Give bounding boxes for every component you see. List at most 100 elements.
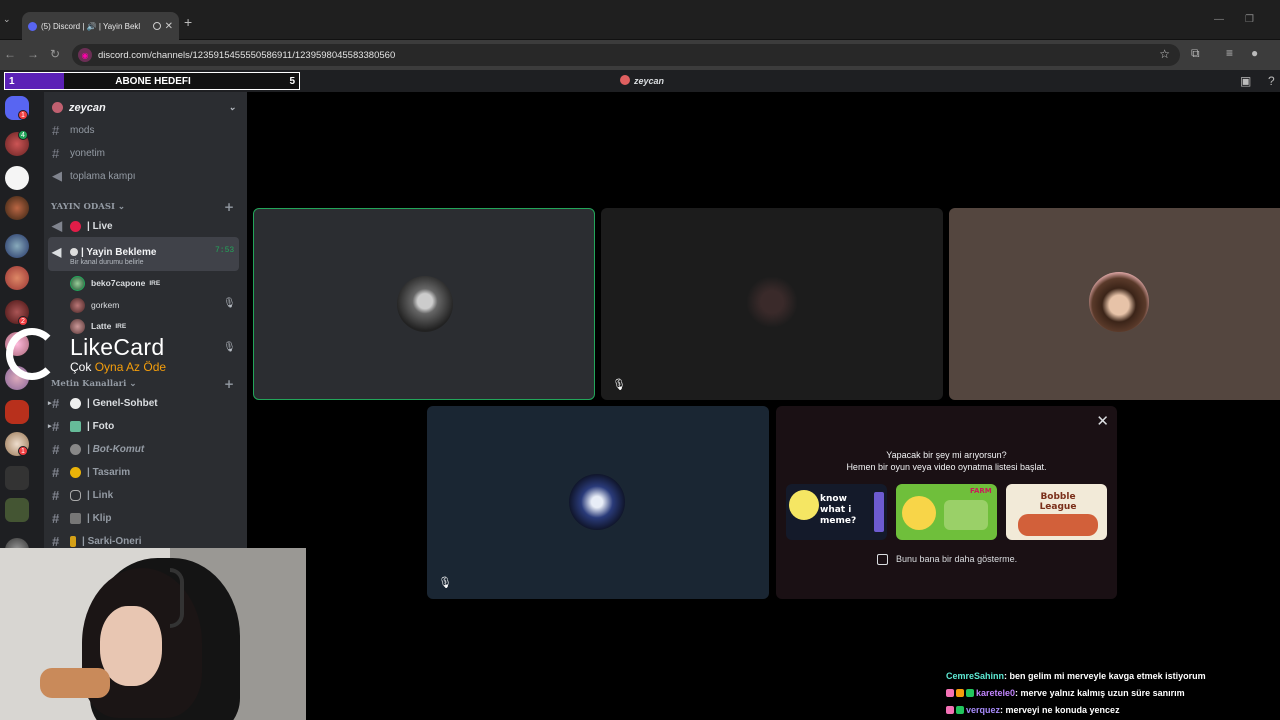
chevron-down-icon[interactable]: ⌄	[228, 102, 236, 113]
dont-show-again-checkbox[interactable]	[877, 554, 888, 565]
microphone-icon	[70, 535, 76, 547]
badge-icon	[946, 706, 954, 714]
text-channel-item[interactable]: # | Klip	[52, 508, 111, 528]
server-icon	[620, 75, 630, 85]
video-tile[interactable]	[949, 208, 1280, 400]
badge-icon	[966, 689, 974, 697]
bookmark-star-icon[interactable]: ☆	[1159, 47, 1170, 61]
hash-icon: #	[52, 145, 60, 161]
server-icon[interactable]	[5, 166, 29, 190]
streamer-face	[100, 606, 162, 686]
video-tile[interactable]: 🎙	[427, 406, 769, 599]
add-channel-icon[interactable]: +	[224, 377, 234, 391]
tab-search-icon[interactable]: ⌄	[3, 14, 11, 25]
promo-title: Yapacak bir şey mi arıyorsun?	[886, 450, 1007, 460]
forward-icon[interactable]: →	[27, 47, 39, 61]
muted-mic-icon: 🎙	[223, 298, 236, 309]
hash-icon: #	[52, 533, 60, 549]
speaker-icon: ◀	[52, 245, 62, 259]
text-channel-item[interactable]: # | Link	[52, 485, 113, 505]
help-icon[interactable]: ?	[1268, 74, 1275, 88]
video-tile[interactable]: 🎙	[601, 208, 943, 400]
browser-tab[interactable]: (5) Discord | 🔊 | Yayin Bekl ✕	[22, 12, 179, 40]
minimize-icon[interactable]: —	[1214, 14, 1224, 25]
add-channel-icon[interactable]: +	[224, 200, 234, 214]
participant-avatar	[569, 474, 625, 530]
new-tab-icon[interactable]: +	[184, 14, 192, 30]
audio-playing-icon[interactable]	[152, 22, 161, 30]
hash-icon: #	[52, 464, 60, 480]
likecard-slogan: Çok Oyna Az Öde	[70, 360, 167, 374]
likecard-logo: LikeCard Çok Oyna Az Öde	[6, 326, 206, 382]
server-folder-icon[interactable]	[5, 466, 29, 490]
voice-user[interactable]: beko7capone IRE	[70, 274, 160, 292]
avatar	[70, 297, 85, 313]
card-icon	[874, 492, 884, 532]
server-folder-icon[interactable]	[5, 498, 29, 522]
browser-tab-bar: ⌄ (5) Discord | 🔊 | Yayin Bekl ✕ + — ❐	[0, 0, 1280, 40]
voice-channel-yayin-bekleme[interactable]: ◀ | Yayin Bekleme	[48, 245, 156, 259]
text-channel-item[interactable]: ▸ # | Genel-Sohbet	[48, 393, 158, 413]
activity-farm[interactable]: FARM	[896, 484, 997, 540]
inbox-icon[interactable]: ▣	[1240, 74, 1251, 88]
hash-icon: #	[52, 510, 60, 526]
hash-icon: #	[52, 418, 60, 434]
speaker-icon: ◀	[52, 218, 62, 233]
server-header[interactable]: zeycan ⌄	[52, 102, 242, 114]
profile-icon[interactable]: ●	[1251, 46, 1258, 60]
notification-badge: 2	[18, 316, 28, 326]
muted-mic-icon: 🎙	[438, 577, 452, 589]
chick-icon	[902, 496, 936, 530]
hash-icon: #	[52, 395, 60, 411]
goal-label: ABONE HEDEFI	[115, 76, 191, 87]
text-channel-item[interactable]: ▸ # | Foto	[48, 416, 114, 436]
notification-badge: 1	[18, 446, 28, 456]
badge-icon	[956, 689, 964, 697]
channel-item[interactable]: # mods	[52, 120, 94, 140]
voice-channel-item[interactable]: ◀ toplama kampı	[52, 166, 136, 186]
close-icon[interactable]: ✕	[1096, 412, 1109, 430]
food-item	[40, 668, 110, 698]
muted-mic-icon: 🎙	[612, 379, 626, 391]
back-icon[interactable]: ←	[4, 47, 16, 61]
link-icon	[70, 489, 81, 501]
voice-channel-live[interactable]: ◀ | Live	[52, 216, 113, 236]
voice-user[interactable]: gorkem	[70, 296, 123, 314]
server-icon[interactable]	[5, 234, 29, 258]
server-icon[interactable]	[5, 196, 29, 220]
hash-icon: #	[52, 441, 60, 457]
palette-icon	[70, 466, 81, 478]
chat-message: karetele0: merve yalnız kalmış uzun süre…	[946, 688, 1185, 698]
server-icon[interactable]	[5, 400, 29, 424]
activity-bobble-league[interactable]: Bobble League	[1006, 484, 1107, 540]
server-emblem-icon	[52, 102, 63, 113]
hash-icon: #	[52, 122, 60, 138]
expand-arrow-icon: ▸	[48, 400, 52, 407]
address-bar[interactable]: ◉ discord.com/channels/12359154555505869…	[72, 44, 1180, 66]
likecard-c-icon	[6, 328, 58, 380]
close-tab-icon[interactable]: ✕	[165, 21, 173, 32]
headset-icon	[170, 568, 184, 628]
film-icon	[70, 512, 81, 524]
speaker-icon: ◀	[52, 168, 62, 183]
text-channel-item[interactable]: # | Tasarim	[52, 462, 130, 482]
maximize-icon[interactable]: ❐	[1245, 14, 1254, 25]
participant-avatar	[397, 276, 453, 332]
channel-item[interactable]: # yonetim	[52, 143, 105, 163]
site-info-icon[interactable]: ◉	[78, 48, 92, 62]
avatar	[70, 275, 85, 291]
video-tile[interactable]	[253, 208, 595, 400]
extensions-icon[interactable]: ⧉	[1191, 46, 1200, 61]
voice-duration: 7:53	[215, 246, 235, 255]
server-icon[interactable]	[5, 266, 29, 290]
red-circle-icon	[70, 220, 81, 232]
reading-list-icon[interactable]: ≡	[1226, 46, 1233, 60]
voice-status-text[interactable]: Bir kanal durumu belirle	[70, 259, 144, 266]
activity-promo-card: ✕ Yapacak bir şey mi arıyorsun? Hemen bi…	[776, 406, 1117, 599]
muted-mic-icon: 🎙	[223, 342, 236, 353]
reload-icon[interactable]: ↻	[50, 47, 60, 61]
category-yayin-odasi[interactable]: YAYIN ODASI ⌄ +	[51, 200, 234, 214]
text-channel-item[interactable]: # | Bot-Komut	[52, 439, 144, 459]
activity-know-what-i-meme[interactable]: know what i meme?	[786, 484, 887, 540]
players-icon	[1018, 514, 1098, 536]
